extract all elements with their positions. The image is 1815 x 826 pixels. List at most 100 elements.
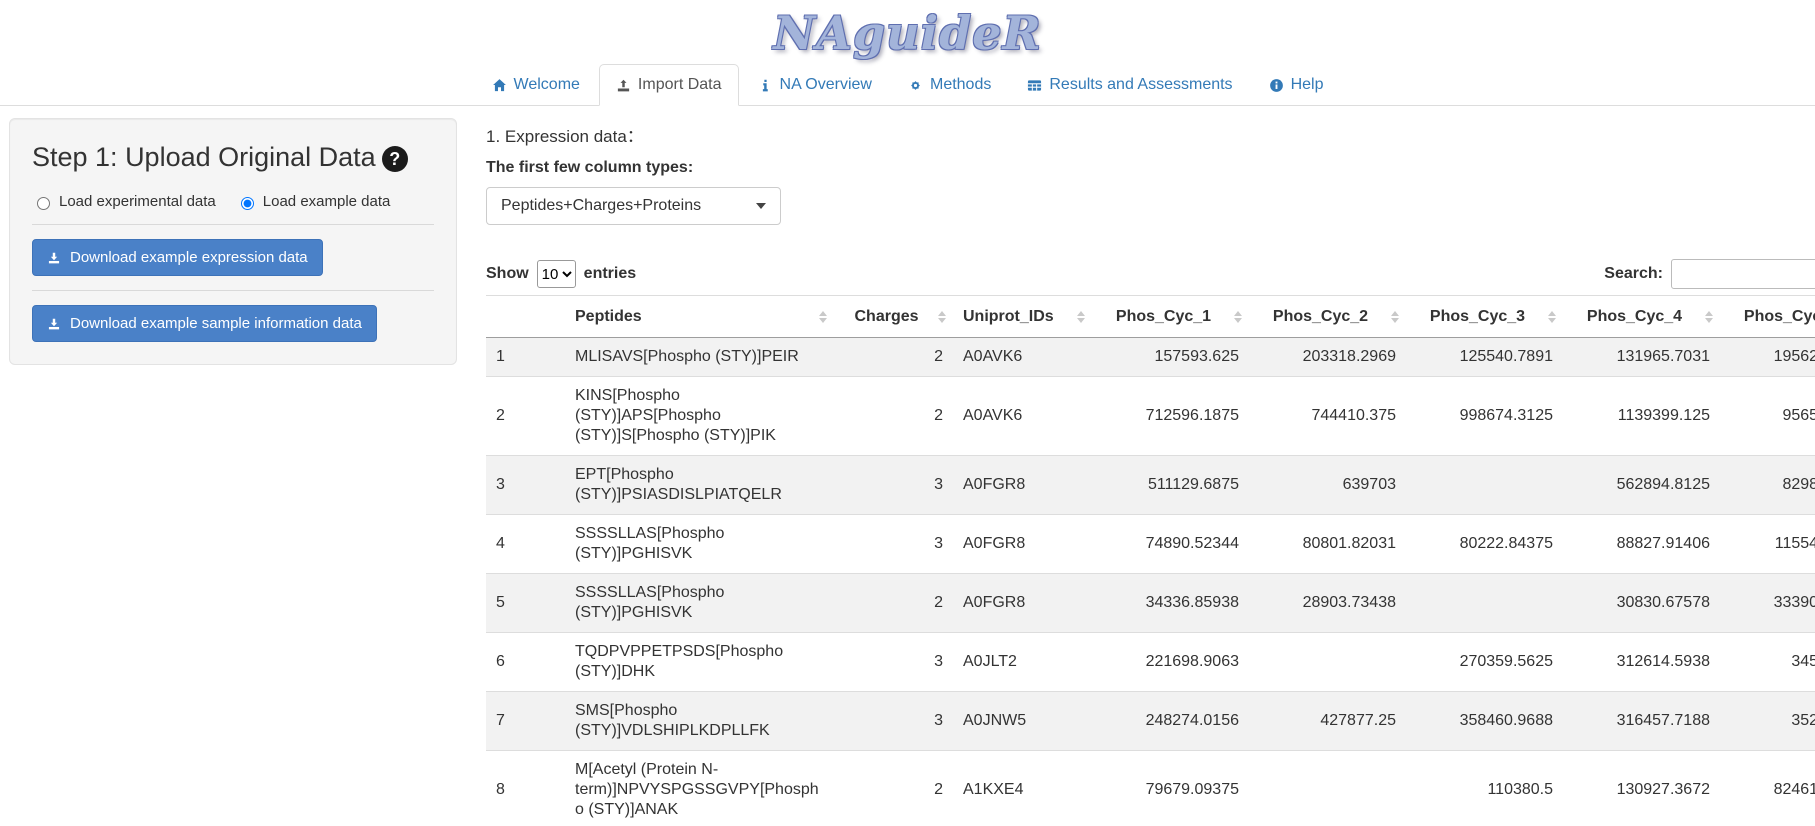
caret-down-icon (756, 203, 766, 209)
column-types-select[interactable]: Peptides+Charges+Proteins (486, 187, 781, 225)
column-header-label: Phos_Cyc_1 (1116, 308, 1211, 325)
tab-label: Import Data (638, 76, 722, 94)
search-label: Search: (1604, 265, 1663, 283)
table-row: 3EPT[Phospho (STY)]PSIASDISLPIATQELR3A0F… (486, 456, 1815, 515)
expression-data-table: Peptides Charges Uniprot_IDs Phos_Cyc_1 Phos… (486, 295, 1815, 826)
uniprot-cell: A0JLT2 (953, 633, 1092, 692)
value-cell: 79679.09375 (1092, 751, 1249, 826)
value-cell: 74890.52344 (1092, 515, 1249, 574)
value-cell: 312614.5938 (1563, 633, 1720, 692)
column-header-charges[interactable]: Charges (834, 296, 953, 338)
charge-cell: 2 (834, 338, 953, 377)
value-cell: 80801.82031 (1249, 515, 1406, 574)
charge-cell: 2 (834, 751, 953, 826)
column-header-phos-cyc-2[interactable]: Phos_Cyc_2 (1249, 296, 1406, 338)
value-cell: 270359.5625 (1406, 633, 1563, 692)
value-cell: 248274.0156 (1092, 692, 1249, 751)
search-input[interactable] (1671, 259, 1815, 289)
tab-import-data[interactable]: Import Data (599, 64, 739, 106)
peptide-cell: M[Acetyl (Protein N-term)]NPVYSPGSSGVPY[… (565, 751, 834, 826)
uniprot-cell: A0FGR8 (953, 574, 1092, 633)
row-index: 6 (486, 633, 565, 692)
table-controls: Show 10 entries Search: (486, 259, 1815, 289)
radio-label: Load example data (263, 193, 391, 210)
main-content: 1. Expression data： The first few column… (486, 106, 1815, 826)
value-cell: 345215.25 (1720, 633, 1815, 692)
uniprot-cell: A0AVK6 (953, 377, 1092, 456)
value-cell: 125540.7891 (1406, 338, 1563, 377)
header: NAguideR (0, 0, 1815, 60)
row-index: 8 (486, 751, 565, 826)
value-cell: 221698.9063 (1092, 633, 1249, 692)
value-cell (1406, 456, 1563, 515)
charge-cell: 3 (834, 633, 953, 692)
download-sample-information-button[interactable]: Download example sample information data (32, 305, 377, 342)
page-length-select[interactable]: 10 (537, 260, 576, 288)
column-header-label: Uniprot_IDs (963, 308, 1054, 325)
question-circle-icon[interactable]: ? (382, 146, 408, 172)
panel-title: Step 1: Upload Original Data? (32, 141, 434, 173)
column-header-peptides[interactable]: Peptides (565, 296, 834, 338)
value-cell (1406, 574, 1563, 633)
download-icon (47, 251, 61, 265)
download-expression-data-button[interactable]: Download example expression data (32, 239, 323, 276)
radio-load-example-data[interactable]: Load example data (236, 193, 391, 210)
sort-icon (819, 311, 827, 323)
value-cell: 28903.73438 (1249, 574, 1406, 633)
column-header-phos-cyc-4[interactable]: Phos_Cyc_4 (1563, 296, 1720, 338)
tab-label: Methods (930, 76, 991, 94)
charge-cell: 3 (834, 515, 953, 574)
row-index: 1 (486, 338, 565, 377)
column-header-label: Charges (854, 308, 918, 325)
radio-input[interactable] (241, 197, 254, 210)
page: NAguideR Welcome Import Data NA Overview Me… (0, 0, 1815, 826)
table-header: Peptides Charges Uniprot_IDs Phos_Cyc_1 Phos… (486, 296, 1815, 338)
value-cell: 88827.91406 (1563, 515, 1720, 574)
row-index: 3 (486, 456, 565, 515)
tab-na-overview[interactable]: NA Overview (741, 64, 889, 106)
column-types-label: The first few column types: (486, 159, 1815, 177)
column-header-uniprot-ids[interactable]: Uniprot_IDs (953, 296, 1092, 338)
sort-icon (1077, 311, 1085, 323)
show-label: Show (486, 265, 529, 283)
tab-label: NA Overview (780, 76, 872, 94)
entries-label: entries (584, 265, 636, 283)
section-title: 1. Expression data： (486, 122, 1815, 147)
page-length-control: Show 10 entries (486, 260, 636, 288)
value-cell: 115544.7813 (1720, 515, 1815, 574)
value-cell: 131965.7031 (1563, 338, 1720, 377)
value-cell: 358460.9688 (1406, 692, 1563, 751)
radio-load-experimental-data[interactable]: Load experimental data (32, 193, 216, 210)
value-cell: 1139399.125 (1563, 377, 1720, 456)
value-cell: 157593.625 (1092, 338, 1249, 377)
home-icon (492, 78, 507, 93)
value-cell: 511129.6875 (1092, 456, 1249, 515)
sort-icon (1391, 311, 1399, 323)
value-cell: 562894.8125 (1563, 456, 1720, 515)
tab-welcome[interactable]: Welcome (475, 64, 597, 106)
value-cell: 82461.96094 (1720, 751, 1815, 826)
column-header-phos-cyc-1[interactable]: Phos_Cyc_1 (1092, 296, 1249, 338)
charge-cell: 2 (834, 574, 953, 633)
value-cell: 80222.84375 (1406, 515, 1563, 574)
column-header-phos-cyc-5[interactable]: Phos_Cyc_5 (1720, 296, 1815, 338)
value-cell: 639703 (1249, 456, 1406, 515)
column-header-label: Phos_Cyc_3 (1430, 308, 1525, 325)
table-row: 4SSSSLLAS[Phospho (STY)]PGHISVK3A0FGR874… (486, 515, 1815, 574)
peptide-cell: SSSSLLAS[Phospho (STY)]PGHISVK (565, 515, 834, 574)
divider (32, 224, 434, 225)
tab-results-and-assessments[interactable]: Results and Assessments (1010, 64, 1249, 106)
row-index: 7 (486, 692, 565, 751)
uniprot-cell: A0FGR8 (953, 515, 1092, 574)
tab-help[interactable]: Help (1252, 64, 1341, 106)
value-cell: 998674.3125 (1406, 377, 1563, 456)
tab-methods[interactable]: Methods (891, 64, 1008, 106)
radio-input[interactable] (37, 197, 50, 210)
tab-label: Results and Assessments (1049, 76, 1232, 94)
charge-cell: 3 (834, 456, 953, 515)
content-row: Step 1: Upload Original Data? Load exper… (0, 106, 1815, 826)
value-cell: 956570.375 (1720, 377, 1815, 456)
upload-icon (616, 78, 631, 93)
column-header-phos-cyc-3[interactable]: Phos_Cyc_3 (1406, 296, 1563, 338)
info-icon (758, 78, 773, 93)
